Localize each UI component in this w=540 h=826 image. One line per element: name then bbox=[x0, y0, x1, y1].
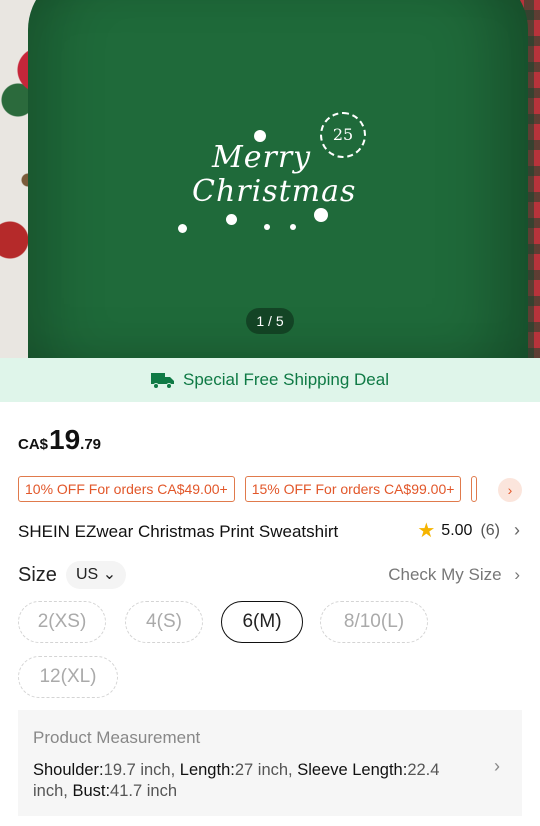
measure-value: 41.7 inch bbox=[110, 782, 178, 800]
chevron-right-icon: › bbox=[514, 565, 520, 584]
print-line-1: Merry bbox=[212, 140, 312, 175]
chevron-down-icon: ⌄ bbox=[102, 566, 117, 583]
measure-key: Bust: bbox=[72, 782, 111, 800]
print-dot bbox=[254, 130, 266, 142]
print-dot bbox=[178, 224, 187, 233]
star-icon: ★ bbox=[417, 519, 436, 542]
measure-value: 19.7 inch, bbox=[103, 761, 180, 779]
price-decimal: .79 bbox=[80, 436, 102, 453]
print-line-2: Christmas bbox=[192, 174, 357, 209]
print-dot bbox=[314, 208, 328, 222]
product-image[interactable]: 25 Merry Christmas 1 / 5 bbox=[0, 0, 540, 358]
size-option-2xs[interactable]: 2(XS) bbox=[18, 601, 106, 643]
print-dot bbox=[264, 224, 270, 230]
coupon-10-off[interactable]: 10% OFF For orders CA$49.00+ bbox=[18, 476, 235, 502]
check-my-size-link[interactable]: Check My Size › bbox=[388, 565, 520, 585]
rating[interactable]: ★ 5.00 (6) › bbox=[417, 520, 520, 541]
chevron-right-icon: › bbox=[494, 756, 500, 776]
measurement-values: Shoulder:19.7 inch, Length:27 inch, Slee… bbox=[33, 760, 472, 802]
chevron-right-icon: › bbox=[514, 520, 520, 540]
size-option-8-10l[interactable]: 8/10(L) bbox=[320, 601, 428, 643]
price: CA$ 19 .79 bbox=[18, 424, 101, 456]
chevron-right-icon[interactable]: › bbox=[498, 478, 522, 502]
check-my-size-label: Check My Size bbox=[388, 565, 502, 584]
image-counter: 1 / 5 bbox=[246, 308, 294, 334]
price-integer: 19 bbox=[49, 424, 81, 455]
free-shipping-banner[interactable]: Special Free Shipping Deal bbox=[0, 358, 540, 402]
sweater-print: 25 Merry Christmas bbox=[150, 100, 390, 240]
measure-key: Sleeve Length: bbox=[297, 761, 408, 779]
price-currency: CA$ bbox=[18, 436, 49, 453]
measure-key: Length: bbox=[179, 761, 235, 779]
size-option-4s[interactable]: 4(S) bbox=[125, 601, 203, 643]
size-option-12xl[interactable]: 12(XL) bbox=[18, 656, 118, 698]
measure-value: 27 inch, bbox=[234, 761, 298, 779]
rating-value: 5.00 bbox=[441, 521, 473, 539]
size-label: Size bbox=[18, 564, 57, 586]
coupon-15-off[interactable]: 15% OFF For orders CA$99.00+ bbox=[244, 476, 462, 502]
size-unit: US bbox=[76, 566, 99, 583]
size-option-6m[interactable]: 6(M) bbox=[221, 601, 303, 643]
measure-key: Shoulder: bbox=[33, 761, 104, 779]
truck-icon bbox=[150, 373, 174, 389]
shipping-label: Special Free Shipping Deal bbox=[182, 370, 389, 389]
coupon-more[interactable] bbox=[471, 476, 478, 502]
print-dot bbox=[290, 224, 296, 230]
measurement-title: Product Measurement bbox=[33, 728, 201, 747]
print-dot bbox=[226, 214, 237, 225]
print-number: 25 bbox=[320, 112, 366, 158]
coupon-strip: 10% OFF For orders CA$49.00+ 15% OFF For… bbox=[18, 476, 540, 504]
rating-count: (6) bbox=[480, 521, 500, 539]
product-title: SHEIN EZwear Christmas Print Sweatshirt bbox=[18, 522, 339, 541]
size-unit-select[interactable]: US ⌄ bbox=[66, 561, 127, 589]
product-measurement-card[interactable]: Product Measurement Shoulder:19.7 inch, … bbox=[18, 710, 522, 816]
